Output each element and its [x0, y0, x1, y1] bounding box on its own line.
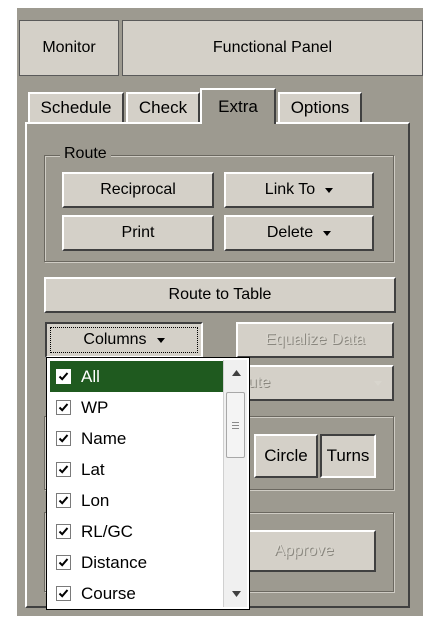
list-item-label: Course	[81, 583, 136, 603]
checkbox-distance[interactable]	[56, 555, 71, 570]
link-to-dropdown[interactable]: Link To	[224, 172, 374, 208]
link-to-label: Link To	[264, 181, 316, 198]
reciprocal-button[interactable]: Reciprocal	[62, 172, 214, 208]
columns-dropdown-list: All WP Name Lat Lon RL/GC Distance Cours…	[46, 357, 250, 610]
list-item-lat[interactable]: Lat	[50, 454, 224, 485]
route-to-table-label: Route to Table	[168, 286, 272, 303]
monitor-button[interactable]: Monitor	[19, 20, 119, 76]
checkbox-name[interactable]	[56, 431, 71, 446]
columns-dropdown-button[interactable]: Columns	[45, 322, 203, 358]
scroll-down-button[interactable]	[225, 583, 247, 605]
list-item-course[interactable]: Course	[50, 578, 224, 609]
delete-dropdown[interactable]: Delete	[224, 215, 374, 251]
equalize-data-button[interactable]: Equalize Data	[236, 322, 394, 358]
route-mode-combo[interactable]: ute	[236, 365, 394, 401]
scroll-down-icon	[231, 591, 241, 597]
list-item-label: Name	[81, 428, 127, 448]
checkmark-icon	[58, 434, 69, 443]
chevron-down-icon	[323, 230, 332, 236]
tab-check[interactable]: Check	[126, 92, 200, 122]
approve-label: Approve	[274, 542, 334, 559]
checkmark-icon	[58, 403, 69, 412]
scrollbar-thumb[interactable]	[226, 392, 245, 458]
tab-extra-label: Extra	[218, 97, 258, 116]
list-item-wp[interactable]: WP	[50, 392, 224, 423]
checkmark-icon	[58, 527, 69, 536]
columns-label: Columns	[83, 331, 147, 348]
functional-panel-title-button[interactable]: Functional Panel	[122, 20, 423, 76]
tab-schedule[interactable]: Schedule	[28, 92, 124, 122]
checkbox-rlgc[interactable]	[56, 524, 71, 539]
list-item-all[interactable]: All	[50, 361, 224, 392]
list-item-lon[interactable]: Lon	[50, 485, 224, 516]
circle-toggle[interactable]: Circle	[254, 434, 318, 478]
route-to-table-button[interactable]: Route to Table	[44, 277, 396, 313]
scroll-up-button[interactable]	[225, 362, 247, 384]
turns-toggle-label: Turns	[326, 446, 370, 465]
list-item-label: Lon	[81, 490, 110, 510]
chevron-down-icon	[156, 337, 165, 343]
monitor-button-label: Monitor	[42, 39, 96, 56]
scroll-up-icon	[231, 370, 241, 376]
checkbox-all[interactable]	[56, 369, 71, 384]
checkmark-icon	[58, 465, 69, 474]
checkbox-lon[interactable]	[56, 493, 71, 508]
list-item-distance[interactable]: Distance	[50, 547, 224, 578]
list-item-label: All	[81, 366, 100, 386]
list-item-label: WP	[81, 397, 109, 417]
tab-schedule-label: Schedule	[40, 98, 112, 117]
tab-options-label: Options	[290, 98, 350, 117]
approve-button[interactable]: Approve	[232, 530, 376, 572]
checkbox-course[interactable]	[56, 586, 71, 601]
checkmark-icon	[58, 589, 69, 598]
tab-extra[interactable]: Extra	[200, 88, 276, 124]
checkbox-wp[interactable]	[56, 400, 71, 415]
tab-check-label: Check	[138, 98, 188, 117]
list-item-label: RL/GC	[81, 521, 133, 541]
chevron-down-icon	[325, 187, 334, 193]
delete-label: Delete	[266, 224, 314, 241]
checkbox-lat[interactable]	[56, 462, 71, 477]
columns-list: All WP Name Lat Lon RL/GC Distance Cours…	[50, 361, 224, 609]
reciprocal-button-label: Reciprocal	[100, 181, 176, 198]
list-item-rlgc[interactable]: RL/GC	[50, 516, 224, 547]
checkmark-icon	[58, 558, 69, 567]
turns-toggle[interactable]: Turns	[320, 434, 376, 478]
list-item-label: Lat	[81, 459, 105, 479]
checkmark-icon	[58, 496, 69, 505]
route-mode-combo-label: ute	[248, 374, 271, 391]
checkmark-icon	[58, 372, 69, 381]
tab-options[interactable]: Options	[278, 92, 362, 122]
print-button-label: Print	[121, 224, 155, 241]
route-group-title: Route	[60, 145, 111, 163]
chevron-down-icon	[374, 380, 382, 386]
circle-toggle-label: Circle	[264, 446, 308, 465]
equalize-data-label: Equalize Data	[265, 331, 365, 348]
print-button[interactable]: Print	[62, 215, 214, 251]
panel-title: Functional Panel	[212, 39, 333, 56]
columns-scrollbar[interactable]	[223, 360, 247, 607]
list-item-name[interactable]: Name	[50, 423, 224, 454]
list-item-label: Distance	[81, 552, 148, 572]
